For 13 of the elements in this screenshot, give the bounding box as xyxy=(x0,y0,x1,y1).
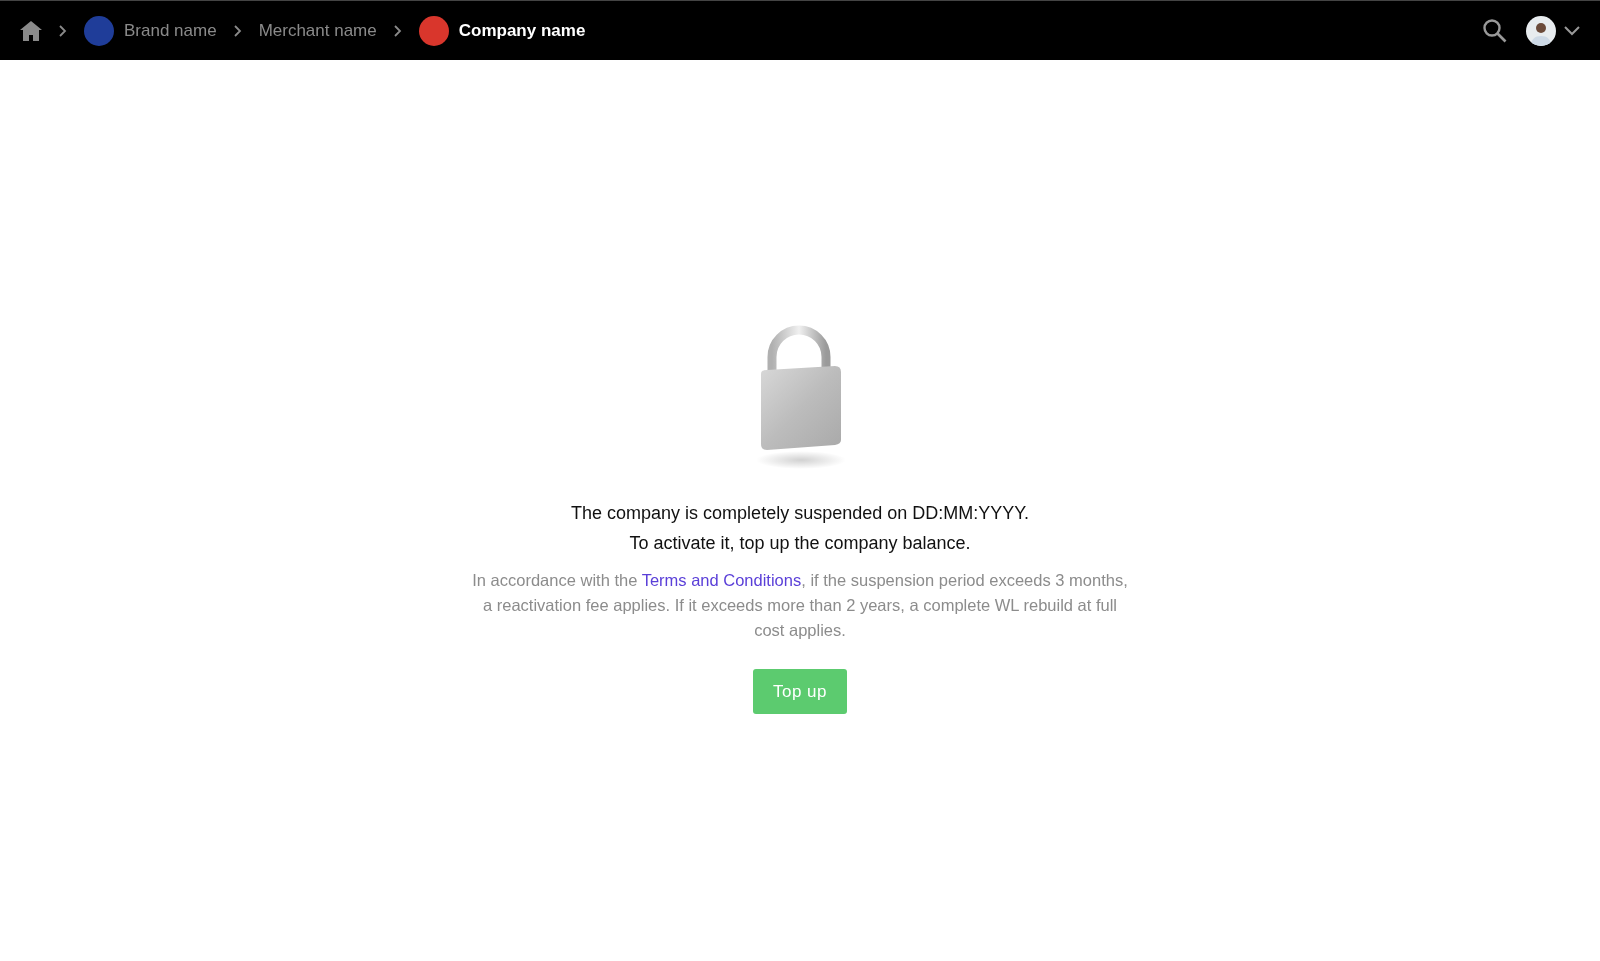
breadcrumb-link[interactable]: Company name xyxy=(418,15,586,46)
breadcrumb-label: Company name xyxy=(458,20,586,41)
suspension-description: In accordance with the Terms and Conditions, if the suspension period exceeds 3 months, a reactivation fee applies. If it exceeds more than 2 years, a complete WL rebuild at full cost applies. xyxy=(471,570,1129,641)
home-link[interactable] xyxy=(20,20,42,41)
user-avatar[interactable] xyxy=(1526,15,1556,46)
home-icon xyxy=(20,20,42,41)
search-icon[interactable] xyxy=(1482,17,1508,44)
breadcrumb-label: Brand name xyxy=(124,20,217,41)
suspension-heading: The company is completely suspended on DD:MM:YYYY. To activate it, top up the company balance. xyxy=(571,502,1029,555)
chevron-down-icon[interactable] xyxy=(1564,25,1580,36)
breadcrumb-link[interactable]: Merchant name xyxy=(258,20,377,41)
terms-link[interactable]: Terms and Conditions xyxy=(641,571,802,589)
breadcrumb-link[interactable]: Brand name xyxy=(84,15,217,46)
